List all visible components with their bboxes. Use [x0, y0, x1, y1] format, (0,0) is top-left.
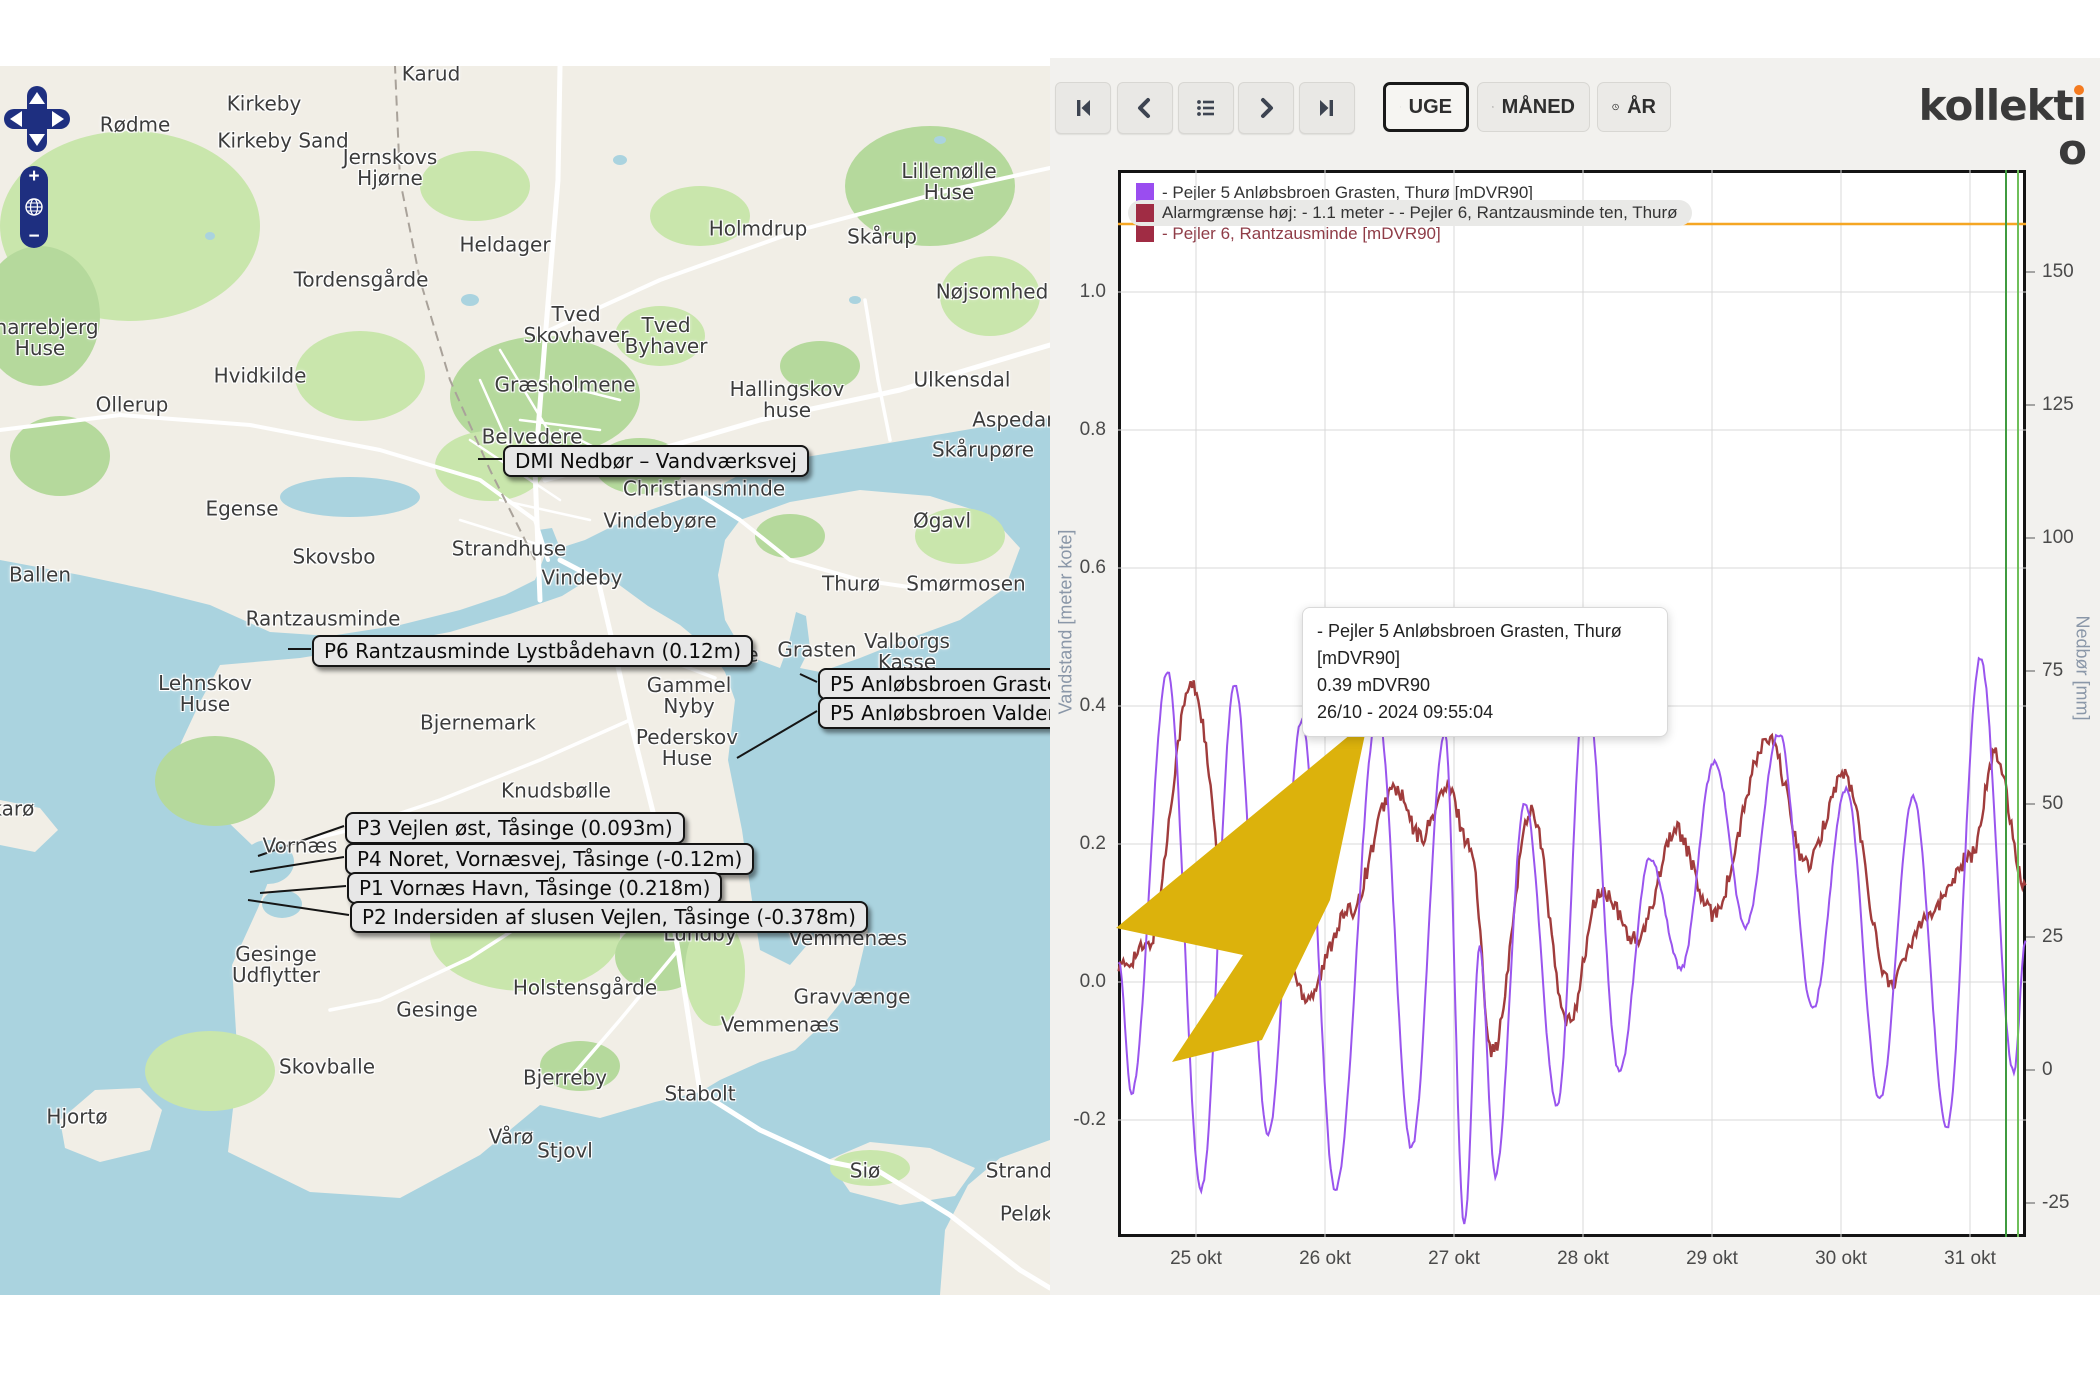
tooltip-series-title: - Pejler 5 Anløbsbroen Grasten, Thurø [m… — [1317, 618, 1653, 672]
x-axis-date-label: 26 okt — [1280, 1248, 1370, 1270]
x-axis-date-label: 31 okt — [1925, 1248, 2015, 1270]
list-icon — [1194, 96, 1218, 120]
y-left-tick-label: 0.8 — [1042, 419, 1106, 441]
y-left-tick-label: -0.2 — [1042, 1109, 1106, 1131]
station-label-pill[interactable]: P6 Rantzausminde Lystbådehavn (0.12m) — [312, 635, 753, 667]
tooltip-timestamp: 26/10 - 2024 09:55:04 — [1317, 699, 1653, 726]
legend-hover-pill: Alarmgrænse høj: - 1.1 meter - - Pejler … — [1128, 200, 1692, 226]
chevron-right-icon — [1254, 96, 1278, 120]
clock-icon — [1492, 97, 1494, 117]
y-right-tick-label: 50 — [2042, 793, 2100, 815]
chevron-left-icon — [1133, 96, 1157, 120]
y-left-tick-label: 0.6 — [1042, 557, 1106, 579]
zoom-in-button[interactable]: + — [28, 169, 39, 185]
x-axis-date-label: 30 okt — [1796, 1248, 1886, 1270]
legend-label-pejler6[interactable]: - Pejler 6, Rantzausminde [mDVR90] — [1162, 224, 1441, 244]
y-right-tick-label: 100 — [2042, 527, 2100, 549]
station-label-pill[interactable]: P4 Noret, Vornæsvej, Tåsinge (-0.12m) — [345, 843, 754, 875]
y-right-tick-label: 75 — [2042, 660, 2100, 682]
tooltip-value: 0.39 mDVR90 — [1317, 672, 1653, 699]
y-left-tick-label: 0.0 — [1042, 971, 1106, 993]
period-year-button[interactable]: ÅR — [1597, 82, 1671, 132]
logo-i-orange-dot: ı — [2073, 84, 2086, 128]
list-view-button[interactable] — [1178, 82, 1234, 134]
legend-swatch-pejler5[interactable] — [1136, 183, 1154, 201]
station-label-pill[interactable]: P5 Anløbsbroen Grasten, Thurø (0.39m) — [818, 668, 1050, 700]
station-label-pill[interactable]: DMI Nedbør – Vandværksvej — [503, 445, 809, 477]
map-panel[interactable]: RødmegydenKarudKirkebyRødmeKirkeby SandJ… — [0, 66, 1050, 1295]
chart-tooltip: - Pejler 5 Anløbsbroen Grasten, Thurø [m… — [1302, 607, 1668, 737]
y-right-tick-label: -25 — [2042, 1192, 2100, 1214]
y-left-tick-label: 0.2 — [1042, 833, 1106, 855]
legend-pill-swatch — [1136, 204, 1154, 222]
period-year-label: ÅR — [1627, 96, 1656, 119]
app-window: RødmegydenKarudKirkebyRødmeKirkeby SandJ… — [0, 0, 2100, 1400]
y-left-tick-label: 1.0 — [1042, 281, 1106, 303]
skip-to-start-button[interactable] — [1055, 82, 1111, 134]
station-label-pill[interactable]: P5 Anløbsbroen Valdemarslot (0.3m) — [818, 697, 1050, 729]
skip-to-end-icon — [1315, 96, 1339, 120]
station-label-pill[interactable]: P2 Indersiden af slusen Vejlen, Tåsinge … — [350, 901, 868, 933]
station-label-pill[interactable]: P3 Vejlen øst, Tåsinge (0.093m) — [345, 812, 685, 844]
x-axis-date-label: 27 okt — [1409, 1248, 1499, 1270]
step-back-button[interactable] — [1117, 82, 1173, 134]
period-week-button[interactable]: UGE — [1383, 82, 1469, 132]
skip-to-end-button[interactable] — [1299, 82, 1355, 134]
map-pan-control[interactable] — [2, 84, 72, 154]
clock-icon — [1612, 97, 1619, 117]
y-right-tick-label: 150 — [2042, 261, 2100, 283]
period-month-label: MÅNED — [1502, 96, 1575, 119]
zoom-out-button[interactable]: − — [28, 229, 39, 245]
step-forward-button[interactable] — [1238, 82, 1294, 134]
y-right-tick-label: 0 — [2042, 1059, 2100, 1081]
clock-icon — [1400, 97, 1401, 117]
kollektio-logo: kollektıo — [1918, 84, 2086, 128]
x-axis-date-label: 29 okt — [1667, 1248, 1757, 1270]
period-month-button[interactable]: MÅNED — [1477, 82, 1590, 132]
x-axis-date-label: 28 okt — [1538, 1248, 1628, 1270]
period-week-label: UGE — [1409, 96, 1452, 119]
legend-pill-text: Alarmgrænse høj: - 1.1 meter - - Pejler … — [1162, 203, 1678, 223]
y-right-tick-label: 25 — [2042, 926, 2100, 948]
x-axis-date-label: 25 okt — [1151, 1248, 1241, 1270]
y-left-tick-label: 0.4 — [1042, 695, 1106, 717]
y-right-tick-label: 125 — [2042, 394, 2100, 416]
legend-swatch-pejler6[interactable] — [1136, 224, 1154, 242]
station-label-pill[interactable]: P1 Vornæs Havn, Tåsinge (0.218m) — [347, 872, 722, 904]
skip-to-start-icon — [1071, 96, 1095, 120]
map-zoom-control[interactable]: + − — [20, 166, 48, 248]
globe-icon[interactable] — [24, 197, 44, 217]
